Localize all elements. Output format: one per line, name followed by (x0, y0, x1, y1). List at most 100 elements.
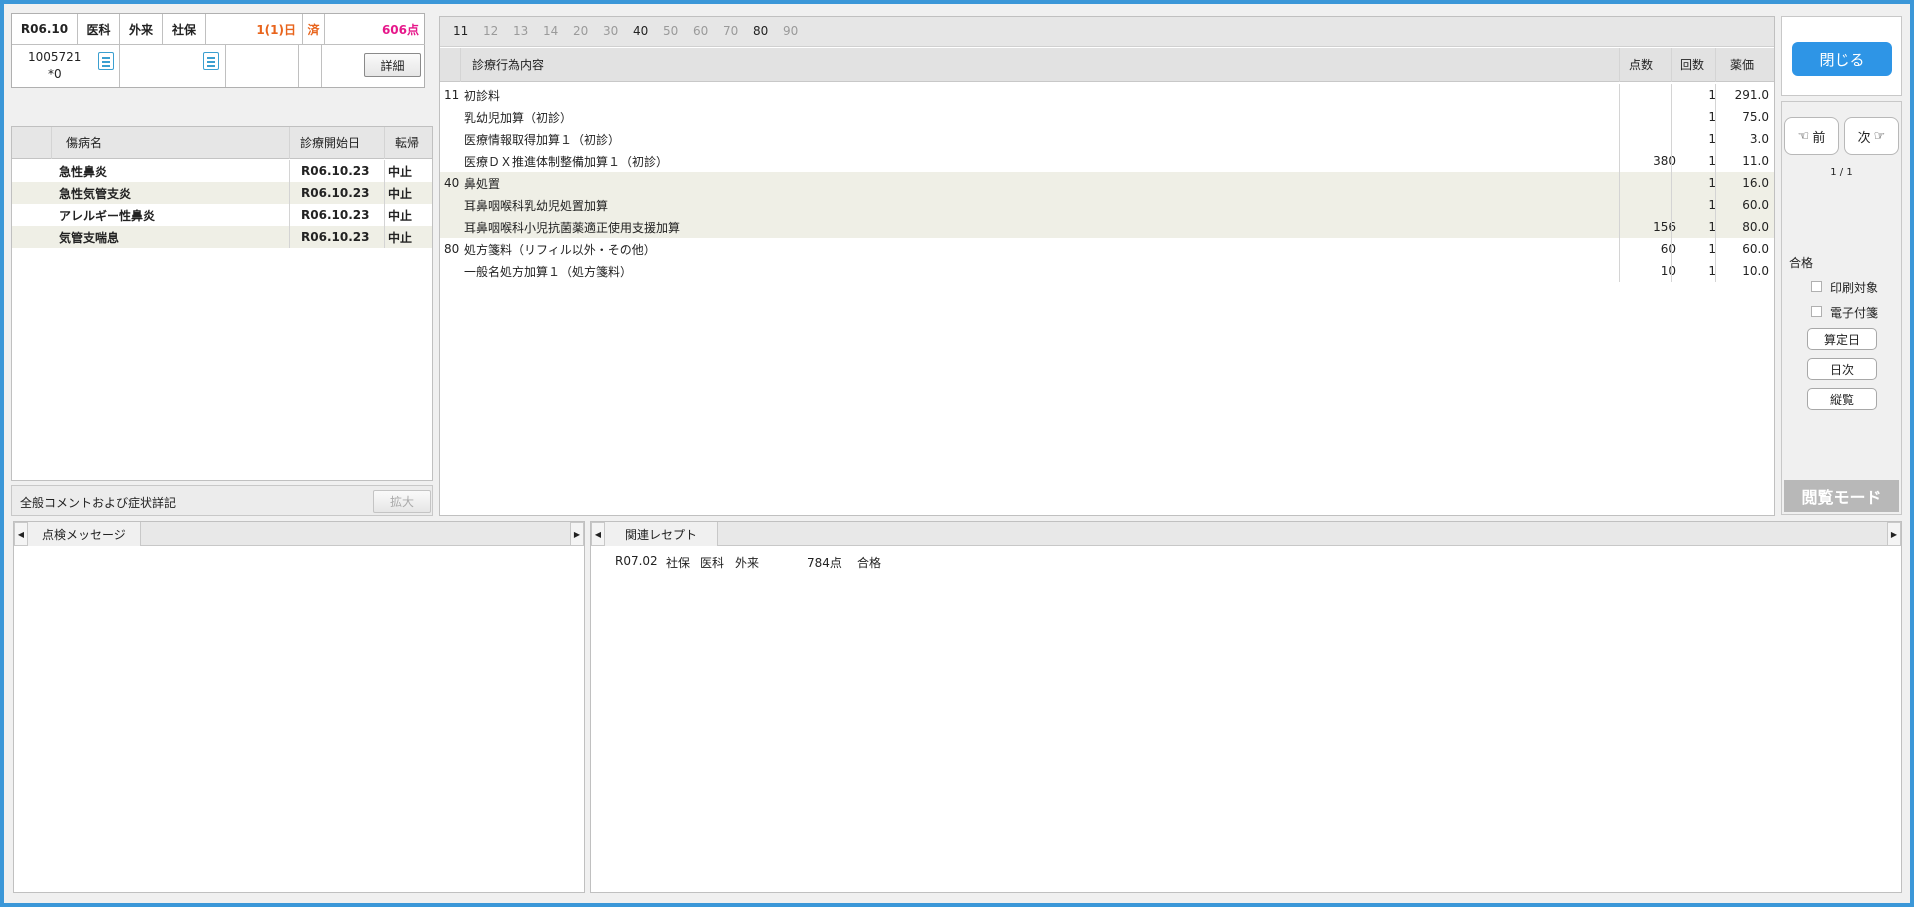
scroll-left-arrow[interactable]: ◀ (591, 522, 605, 546)
table-row[interactable]: 乳幼児加算（初診） 1 75.0 (440, 106, 1774, 128)
column-divider (1715, 216, 1716, 238)
treatment-code-tabs: 11 12 13 14 20 30 40 50 60 70 80 90 (440, 17, 1774, 47)
next-label: 次 (1857, 130, 1871, 146)
tab-60[interactable]: 60 (693, 24, 708, 38)
disease-date: R06.10.23 (301, 208, 370, 222)
next-button[interactable]: 次 ☞ (1844, 117, 1899, 155)
comment-label: 全般コメントおよび症状詳記 (20, 496, 177, 510)
table-row[interactable]: 急性鼻炎 R06.10.23 中止 (12, 160, 432, 182)
tab-11[interactable]: 11 (453, 24, 468, 38)
close-panel: 閉じる (1781, 16, 1902, 96)
table-row[interactable]: 80 処方箋料（リフィル以外・その他） 60 1 60.0 (440, 238, 1774, 260)
document-icon[interactable] (94, 52, 114, 74)
treatment-price: 291.0 (1734, 88, 1769, 102)
prev-label: 前 (1812, 130, 1826, 146)
related-receipts-tabs: ◀ 関連レセプト ▶ (591, 522, 1901, 546)
column-price[interactable]: 薬価 (1730, 48, 1754, 81)
column-outcome[interactable]: 転帰 (395, 127, 419, 158)
tab-check-messages[interactable]: 点検メッセージ (28, 522, 141, 546)
tab-13[interactable]: 13 (513, 24, 528, 38)
document-icon[interactable] (199, 52, 219, 74)
disease-date: R06.10.23 (301, 164, 370, 178)
tab-70[interactable]: 70 (723, 24, 738, 38)
empty-cell (226, 45, 299, 87)
expand-button[interactable]: 拡大 (373, 490, 431, 513)
disease-date: R06.10.23 (301, 186, 370, 200)
table-row[interactable]: 急性気管支炎 R06.10.23 中止 (12, 182, 432, 204)
tab-related-receipts[interactable]: 関連レセプト (605, 522, 719, 546)
page-indicator: 1 / 1 (1830, 167, 1853, 178)
column-points[interactable]: 点数 (1629, 48, 1653, 81)
tab-14[interactable]: 14 (543, 24, 558, 38)
table-row[interactable]: 40 鼻処置 1 16.0 (440, 172, 1774, 194)
related-insurance: 社保 (666, 556, 691, 570)
scroll-right-arrow[interactable]: ▶ (1887, 522, 1901, 546)
tab-20[interactable]: 20 (573, 24, 588, 38)
disease-name: アレルギー性鼻炎 (59, 208, 156, 223)
detail-button[interactable]: 詳細 (364, 53, 421, 77)
check-messages-panel: ◀ 点検メッセージ ▶ (13, 521, 585, 893)
scroll-right-arrow[interactable]: ▶ (570, 522, 584, 546)
treatment-price: 60.0 (1742, 198, 1769, 212)
column-divider (1715, 84, 1716, 106)
disease-table: 傷病名 診療開始日 転帰 急性鼻炎 R06.10.23 中止 急性気管支炎 R0… (11, 126, 433, 481)
calc-date-button[interactable]: 算定日 (1807, 328, 1877, 350)
table-row[interactable]: 11 初診料 1 291.0 (440, 84, 1774, 106)
daily-button[interactable]: 日次 (1807, 358, 1877, 380)
column-divider (1715, 150, 1716, 172)
table-row[interactable]: 気管支喘息 R06.10.23 中止 (12, 226, 432, 248)
treatment-table: 11 12 13 14 20 30 40 50 60 70 80 90 診療行為… (439, 16, 1775, 516)
column-disease-name[interactable]: 傷病名 (66, 127, 102, 158)
treatment-price: 80.0 (1742, 220, 1769, 234)
treatment-price: 16.0 (1742, 176, 1769, 190)
tab-12[interactable]: 12 (483, 24, 498, 38)
treatment-name: 医療情報取得加算１（初診） (464, 132, 621, 147)
column-divider (1619, 172, 1620, 194)
column-content[interactable]: 診療行為内容 (472, 48, 544, 81)
close-button[interactable]: 閉じる (1792, 42, 1892, 76)
treatment-points: 60 (1660, 242, 1676, 256)
column-divider (1671, 106, 1672, 128)
column-divider (1715, 128, 1716, 150)
column-divider (1715, 238, 1716, 260)
table-row[interactable]: 耳鼻咽喉科小児抗菌薬適正使用支援加算 156 1 80.0 (440, 216, 1774, 238)
column-divider (1715, 260, 1716, 282)
tab-50[interactable]: 50 (663, 24, 678, 38)
scroll-left-arrow[interactable]: ◀ (14, 522, 28, 546)
e-tag-label: 電子付箋 (1830, 306, 1879, 320)
visit-type-label: 外来 (120, 14, 163, 45)
related-result: 合格 (857, 556, 882, 570)
related-date: R07.02 (615, 554, 658, 568)
tab-30[interactable]: 30 (603, 24, 618, 38)
column-divider (1671, 216, 1672, 238)
column-divider (1619, 106, 1620, 128)
patient-id: 1005721 (28, 50, 82, 64)
treatment-price: 10.0 (1742, 264, 1769, 278)
prev-button[interactable]: ☜ 前 (1784, 117, 1839, 155)
column-divider (1715, 106, 1716, 128)
table-row[interactable]: 一般名処方加算１（処方箋料） 10 1 10.0 (440, 260, 1774, 282)
e-tag-checkbox[interactable] (1811, 306, 1822, 317)
column-divider (1671, 260, 1672, 282)
disease-outcome: 中止 (388, 164, 413, 179)
treatment-code: 80 (444, 242, 460, 256)
result-label: 合格 (1789, 256, 1814, 270)
table-row[interactable]: 耳鼻咽喉科乳幼児処置加算 1 60.0 (440, 194, 1774, 216)
table-row[interactable]: アレルギー性鼻炎 R06.10.23 中止 (12, 204, 432, 226)
disease-name: 急性気管支炎 (59, 186, 132, 201)
hand-right-icon: ☞ (1873, 128, 1886, 144)
treatment-price: 60.0 (1742, 242, 1769, 256)
tab-90[interactable]: 90 (783, 24, 798, 38)
print-target-checkbox[interactable] (1811, 281, 1822, 292)
tab-40[interactable]: 40 (633, 24, 648, 38)
related-type: 外来 (735, 556, 760, 570)
vertical-view-button[interactable]: 縦覧 (1807, 388, 1877, 410)
status-badge: 済 (303, 14, 325, 45)
table-row[interactable]: 医療情報取得加算１（初診） 1 3.0 (440, 128, 1774, 150)
column-start-date[interactable]: 診療開始日 (300, 127, 360, 158)
check-messages-tabs: ◀ 点検メッセージ ▶ (14, 522, 584, 546)
column-count[interactable]: 回数 (1680, 48, 1704, 81)
table-row[interactable]: 医療ＤＸ推進体制整備加算１（初診） 380 1 11.0 (440, 150, 1774, 172)
tab-80[interactable]: 80 (753, 24, 768, 38)
related-receipt-row[interactable]: R07.02 社保 医科 外来 784点 合格 (615, 554, 1015, 572)
